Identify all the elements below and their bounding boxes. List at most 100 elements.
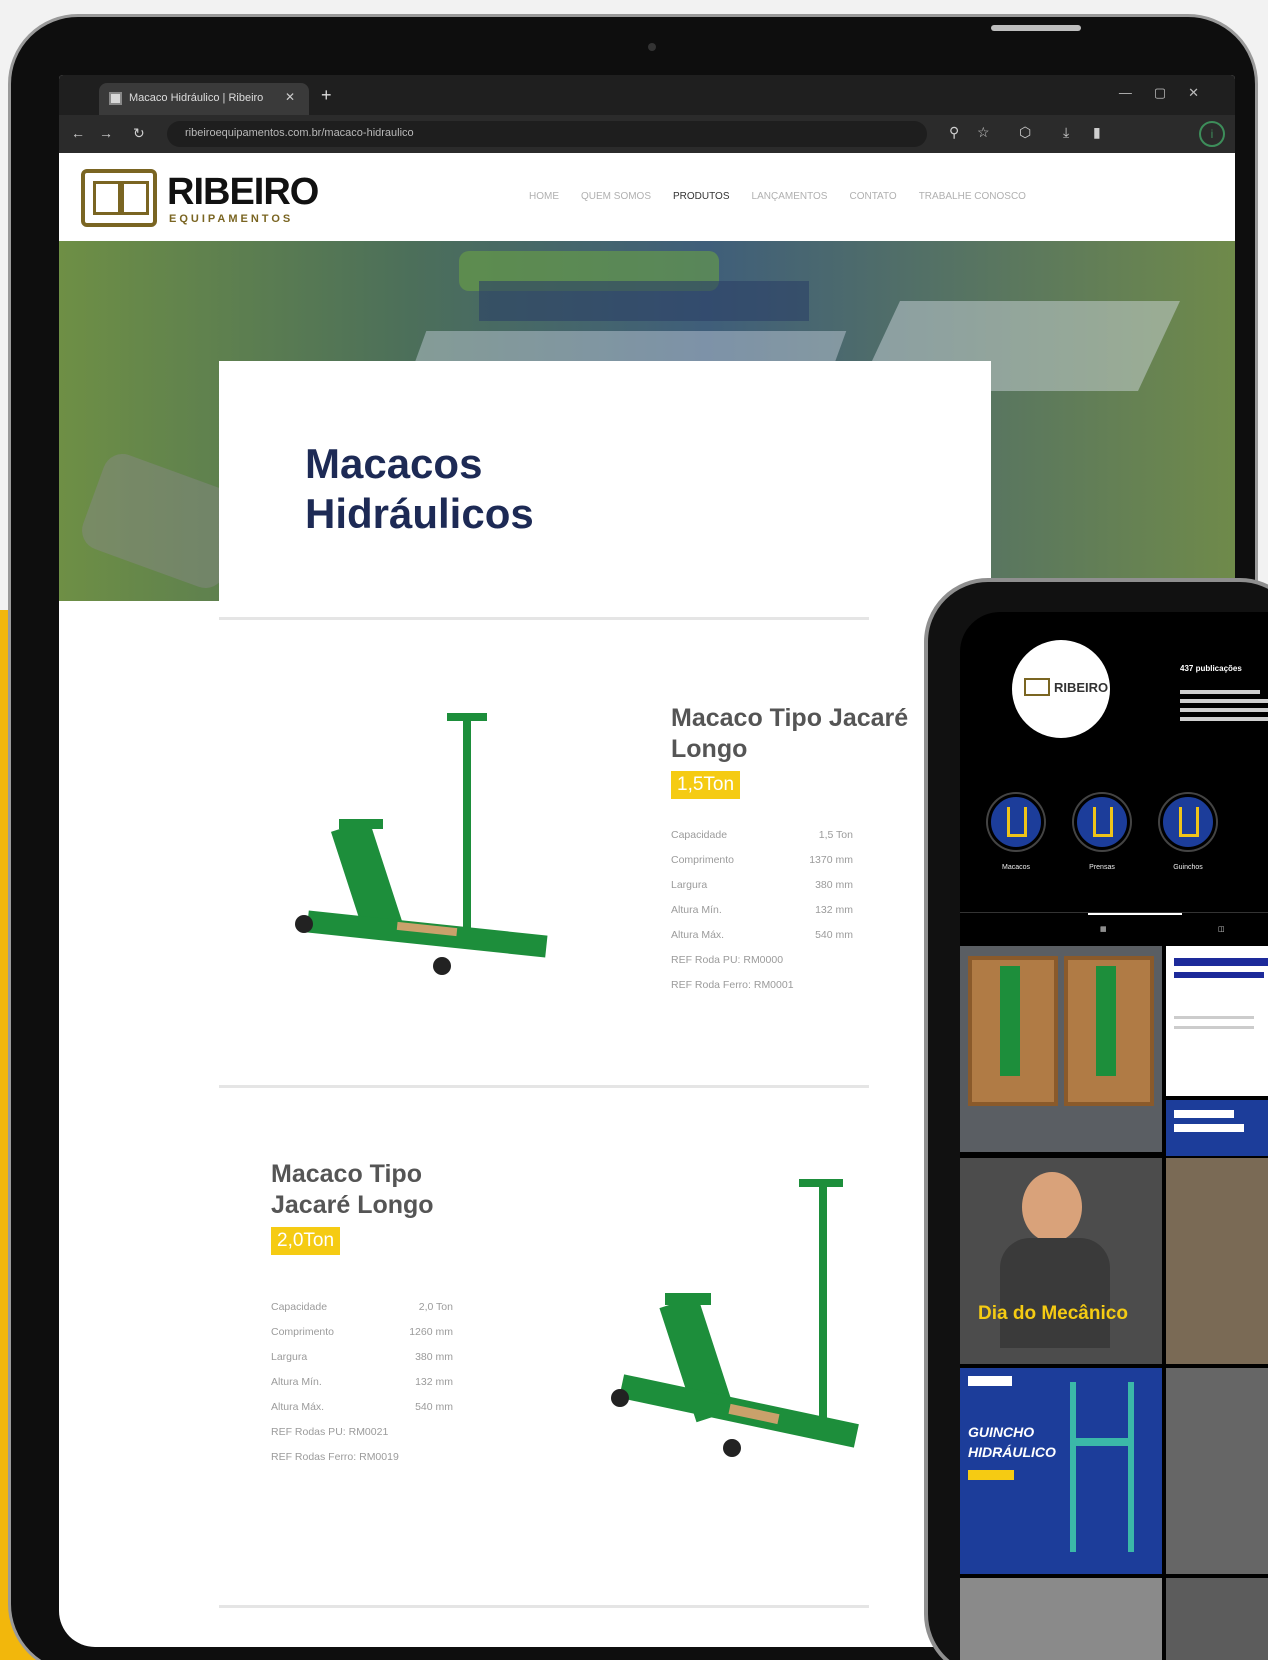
zoom-icon[interactable]: ⚲ bbox=[949, 124, 959, 141]
product-title[interactable]: Macaco Tipo Jacaré Longo bbox=[271, 1159, 491, 1221]
mockup-stage: Macaco Hidráulico | Ribeiro ✕ + —▢✕ ← → … bbox=[0, 0, 1268, 1660]
ref-code: REF Roda Ferro: RM0001 bbox=[671, 979, 794, 991]
post-tile[interactable]: Dia do Mecânico bbox=[960, 1158, 1162, 1364]
spec-label: Altura Mín. bbox=[271, 1376, 322, 1388]
spec-row: Altura Máx. 540 mm bbox=[271, 1395, 453, 1420]
spec-value: 540 mm bbox=[815, 929, 853, 941]
ref-code: REF Rodas Ferro: RM0019 bbox=[271, 1451, 399, 1463]
url-text: ribeiroequipamentos.com.br/macaco-hidrau… bbox=[185, 127, 414, 139]
tab-title: Macaco Hidráulico | Ribeiro bbox=[129, 92, 264, 104]
ribeiro-logo-icon[interactable] bbox=[81, 169, 157, 227]
browser-tab[interactable]: Macaco Hidráulico | Ribeiro bbox=[99, 83, 309, 115]
tablet-power-button bbox=[991, 25, 1081, 31]
avatar-brand-text: RIBEIRO bbox=[1054, 680, 1109, 695]
favicon-icon bbox=[109, 92, 122, 105]
post-tile[interactable] bbox=[960, 946, 1162, 1152]
title-card: Macacos Hidráulicos bbox=[219, 361, 991, 621]
highlight-guinchos[interactable] bbox=[1160, 794, 1216, 850]
tagged-tab-icon[interactable]: ◫ bbox=[1218, 925, 1225, 933]
sidepanel-icon[interactable]: ▮ bbox=[1093, 124, 1101, 141]
spec-label: Capacidade bbox=[271, 1301, 328, 1313]
spec-label: Altura Máx. bbox=[671, 929, 725, 941]
window-controls[interactable]: —▢✕ bbox=[1119, 85, 1221, 101]
instagram-profile-screen: RIBEIRO 437 publicações Macacos Prensas … bbox=[960, 612, 1268, 1660]
spec-value: 132 mm bbox=[815, 904, 853, 916]
product-image-jack-2-0ton[interactable] bbox=[599, 1169, 869, 1469]
menu-item-trabalhe-conosco[interactable]: TRABALHE CONOSCO bbox=[919, 191, 1026, 202]
menu-item-home[interactable]: HOME bbox=[529, 191, 559, 202]
post-tile[interactable]: GUINCHO HIDRÁULICO bbox=[960, 1368, 1162, 1574]
extensions-icon[interactable]: ⬡ bbox=[1019, 124, 1031, 141]
new-tab-icon[interactable]: + bbox=[321, 85, 332, 106]
page-title: Macacos Hidráulicos bbox=[305, 440, 534, 537]
star-icon[interactable]: ☆ bbox=[977, 124, 990, 141]
spec-value: 2,0 Ton bbox=[418, 1301, 453, 1313]
post-tile[interactable] bbox=[1166, 1578, 1268, 1660]
menu-item-lancamentos[interactable]: LANÇAMENTOS bbox=[752, 191, 828, 202]
reload-icon[interactable]: ↻ bbox=[133, 125, 145, 142]
spec-value: 1260 mm bbox=[409, 1326, 453, 1338]
posts-count: 437 publicações bbox=[1180, 664, 1242, 673]
spec-value: 380 mm bbox=[815, 879, 853, 891]
spec-row: Altura Mín. 132 mm bbox=[671, 898, 853, 923]
spec-label: Comprimento bbox=[271, 1326, 335, 1338]
active-tab-indicator bbox=[1088, 913, 1182, 915]
spec-label: Capacidade bbox=[671, 829, 728, 841]
spec-label: Altura Máx. bbox=[271, 1401, 325, 1413]
capacity-badge: 2,0Ton bbox=[271, 1227, 341, 1255]
download-icon[interactable]: ⤓ bbox=[1063, 124, 1069, 141]
highlight-prensas[interactable] bbox=[1074, 794, 1130, 850]
back-icon[interactable]: ← bbox=[71, 125, 85, 141]
highlight-label: Prensas bbox=[1089, 864, 1115, 871]
ref-code: REF Rodas PU: RM0021 bbox=[271, 1426, 389, 1438]
grid-tab-icon[interactable]: ▦ bbox=[1100, 925, 1107, 933]
brand-subtitle: EQUIPAMENTOS bbox=[169, 213, 294, 225]
main-menu: HOME QUEM SOMOS PRODUTOS LANÇAMENTOS CON… bbox=[529, 191, 1026, 202]
profile-initial: i bbox=[1210, 127, 1214, 141]
spec-row: Altura Máx. 540 mm bbox=[671, 923, 853, 948]
highlight-macacos[interactable] bbox=[988, 794, 1044, 850]
profile-button[interactable]: i bbox=[1199, 121, 1225, 147]
tab-bar: Macaco Hidráulico | Ribeiro ✕ + —▢✕ bbox=[59, 75, 1235, 115]
close-tab-icon[interactable]: ✕ bbox=[285, 90, 295, 104]
post-tile[interactable] bbox=[960, 1578, 1162, 1660]
post-tile[interactable] bbox=[1166, 1368, 1268, 1574]
address-bar[interactable]: ribeiroequipamentos.com.br/macaco-hidrau… bbox=[167, 121, 927, 147]
camera-icon bbox=[648, 43, 656, 51]
site-header: RIBEIRO EQUIPAMENTOS HOME QUEM SOMOS PRO… bbox=[59, 153, 1235, 241]
spec-list: Capacidade 1,5 Ton Comprimento 1370 mm Lar… bbox=[671, 823, 853, 998]
profile-avatar[interactable]: RIBEIRO bbox=[1012, 640, 1110, 738]
menu-item-quem-somos[interactable]: QUEM SOMOS bbox=[581, 191, 651, 202]
spec-label: Altura Mín. bbox=[671, 904, 722, 916]
spec-value: 132 mm bbox=[415, 1376, 453, 1388]
spec-value: 540 mm bbox=[415, 1401, 453, 1413]
post-caption: GUINCHO HIDRÁULICO bbox=[968, 1424, 1056, 1460]
forward-icon[interactable]: → bbox=[99, 125, 113, 141]
product-image-jack-1-5ton[interactable] bbox=[287, 703, 557, 993]
divider bbox=[219, 617, 869, 620]
post-tile[interactable] bbox=[1166, 946, 1268, 1096]
profile-tabs: ▦ ◫ bbox=[960, 912, 1268, 942]
spec-value: 1,5 Ton bbox=[818, 829, 853, 841]
spec-row: Altura Mín. 132 mm bbox=[271, 1370, 453, 1395]
menu-item-contato[interactable]: CONTATO bbox=[849, 191, 896, 202]
post-tile[interactable] bbox=[1166, 1158, 1268, 1364]
spec-label: Largura bbox=[671, 879, 708, 891]
divider bbox=[219, 1605, 869, 1608]
phone-device: RIBEIRO 437 publicações Macacos Prensas … bbox=[924, 578, 1268, 1660]
post-caption: Dia do Mecânico bbox=[978, 1303, 1128, 1324]
capacity-badge: 1,5Ton bbox=[671, 771, 741, 799]
menu-item-produtos[interactable]: PRODUTOS bbox=[673, 191, 730, 202]
spec-value: 380 mm bbox=[415, 1351, 453, 1363]
spec-value: 1370 mm bbox=[809, 854, 853, 866]
browser-toolbar: ← → ↻ ribeiroequipamentos.com.br/macaco-… bbox=[59, 115, 1235, 153]
post-tile[interactable] bbox=[1166, 1100, 1268, 1156]
spec-row: Comprimento 1260 mm bbox=[271, 1320, 453, 1345]
spec-row: Largura 380 mm bbox=[271, 1345, 453, 1370]
profile-bio bbox=[1180, 690, 1268, 726]
spec-row: Capacidade 1,5 Ton bbox=[671, 823, 853, 848]
spec-row: Largura 380 mm bbox=[671, 873, 853, 898]
brand-name[interactable]: RIBEIRO bbox=[167, 171, 319, 214]
ref-code: REF Roda PU: RM0000 bbox=[671, 954, 784, 966]
highlight-label: Guinchos bbox=[1173, 864, 1203, 871]
